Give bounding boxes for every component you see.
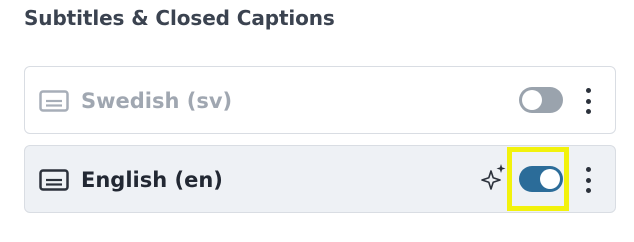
- caption-track-label: English (en): [81, 168, 223, 192]
- sparkles-icon: [481, 164, 506, 190]
- toggle-knob: [522, 90, 542, 110]
- closed-captions-icon: [39, 169, 69, 191]
- caption-track-toggle[interactable]: [519, 87, 563, 113]
- caption-track-english: English (en): [24, 145, 616, 213]
- closed-captions-icon: [39, 90, 69, 112]
- caption-track-swedish: Swedish (sv): [24, 66, 616, 134]
- caption-track-label: Swedish (sv): [81, 89, 233, 113]
- caption-track-toggle[interactable]: [519, 166, 563, 192]
- more-options-icon[interactable]: [581, 88, 595, 114]
- more-options-icon[interactable]: [581, 167, 595, 193]
- section-title: Subtitles & Closed Captions: [24, 6, 335, 30]
- toggle-knob: [540, 169, 560, 189]
